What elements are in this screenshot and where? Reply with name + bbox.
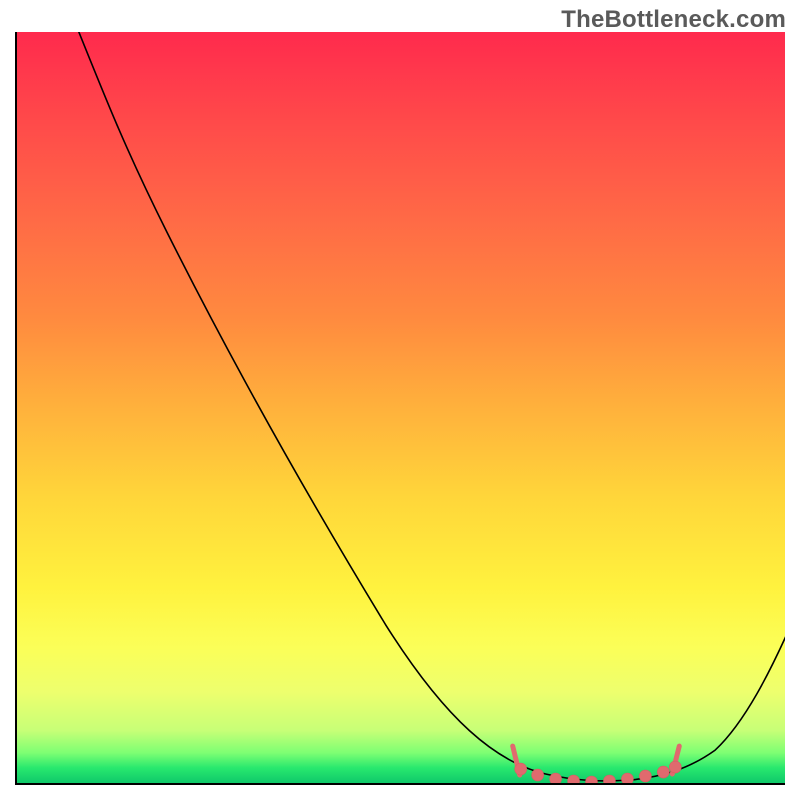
- attribution-text: TheBottleneck.com: [561, 6, 786, 34]
- optimum-marker: [621, 773, 633, 785]
- optimum-marker: [550, 773, 562, 785]
- optimum-marker: [657, 766, 669, 778]
- optimum-marker: [669, 761, 681, 773]
- optimum-marker: [515, 763, 527, 775]
- chart-container: TheBottleneck.com: [0, 0, 800, 800]
- optimum-marker: [568, 775, 580, 785]
- bottleneck-curve: [71, 32, 785, 781]
- optimum-marker: [532, 769, 544, 781]
- curve-layer: [17, 32, 785, 783]
- optimum-marker: [586, 776, 598, 785]
- optimum-marker: [639, 770, 651, 782]
- optimum-marker: [603, 775, 615, 785]
- plot-area: [15, 32, 785, 785]
